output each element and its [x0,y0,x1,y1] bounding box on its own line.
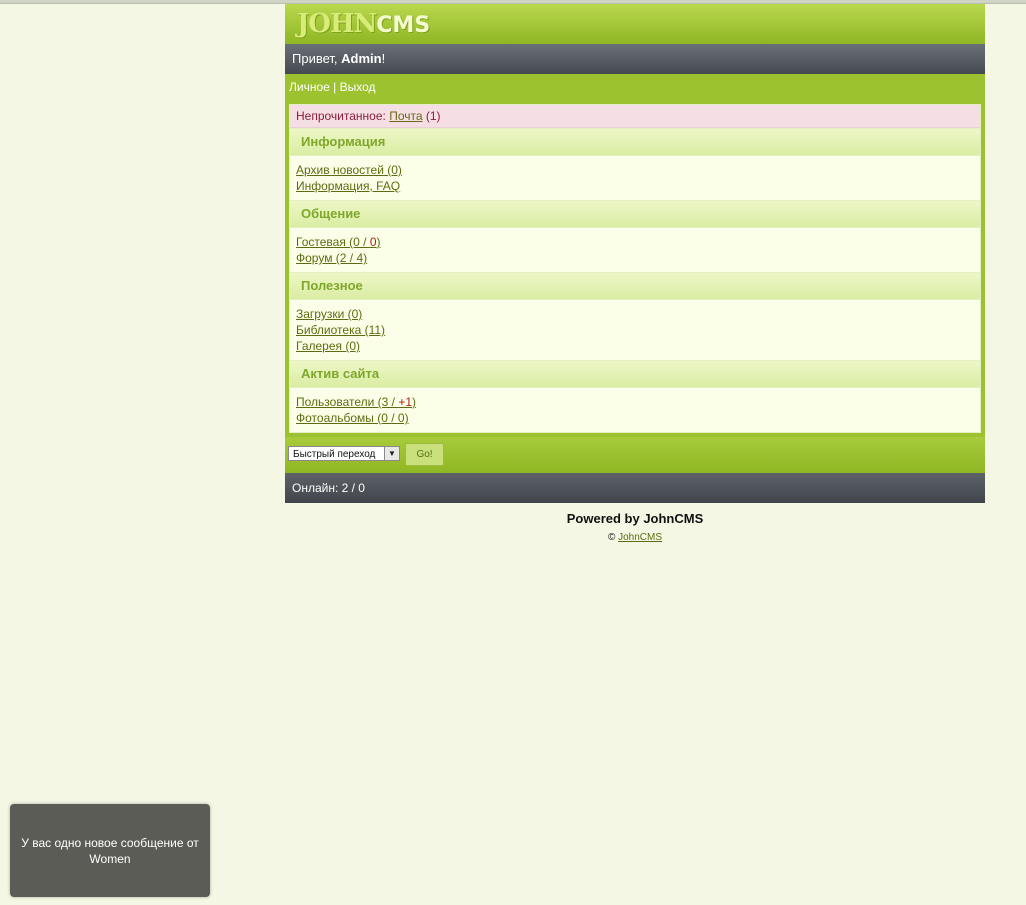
unread-mail-link[interactable]: Почта [389,109,422,123]
go-button[interactable]: Go! [405,443,444,466]
link-info-faq[interactable]: Информация, FAQ [296,178,974,194]
unread-notice: Непрочитанное: Почта (1) [290,105,980,128]
quick-jump-bar: Быстрый переход ▼ Go! [285,437,985,473]
toast-message: У вас одно новое сообщение от Women [21,835,199,866]
users-close: ) [412,395,417,409]
section-title-useful: Полезное [290,272,980,300]
guestbook-close: ) [376,235,381,249]
link-gallery[interactable]: Галерея (0) [296,338,974,354]
online-bar: Онлайн: 2 / 0 [285,473,985,503]
section-title-info: Информация [290,128,980,156]
footer-johncms-link[interactable]: JohnCMS [618,532,662,543]
content-wrap: Непрочитанное: Почта (1) Информация Архи… [285,100,985,437]
link-guestbook[interactable]: Гостевая (0 / 0) [296,234,974,250]
chevron-down-icon[interactable]: ▼ [384,447,399,460]
quick-jump-selected: Быстрый переход [293,449,376,460]
footer-copyright: © JohnCMS [285,532,985,543]
greeting-user: Admin [341,51,382,66]
nav-logout-link[interactable]: Выход [340,80,376,94]
nav-separator: | [329,80,340,94]
greeting-prefix: Привет, [292,51,342,66]
section-body-info: Архив новостей (0) Информация, FAQ [290,156,980,200]
nav-personal-link[interactable]: Личное [289,80,330,94]
link-photo-albums[interactable]: Фотоальбомы (0 / 0) [296,410,974,426]
site-logo[interactable]: JOHNCMS [297,9,430,39]
greeting-suffix: ! [381,51,386,66]
section-body-site-active: Пользователи (3 / +1) Фотоальбомы (0 / 0… [290,388,980,432]
online-count[interactable]: Онлайн: 2 / 0 [292,481,365,495]
guestbook-label: Гостевая (0 / [296,235,370,249]
unread-mail-count: (1) [422,109,441,123]
section-body-communication: Гостевая (0 / 0) Форум (2 / 4) [290,228,980,272]
link-downloads[interactable]: Загрузки (0) [296,306,974,322]
nav-bar: Личное | Выход [285,74,985,100]
link-library[interactable]: Библиотека (11) [296,322,974,338]
main-content: Непрочитанное: Почта (1) Информация Архи… [289,104,981,433]
logo-main-text: JOHN [297,9,377,39]
users-label: Пользователи (3 / [296,395,399,409]
section-title-site-active: Актив сайта [290,360,980,388]
new-message-toast[interactable]: У вас одно новое сообщение от Women [10,804,210,897]
footer-powered: Powered by JohnCMS [566,511,704,526]
link-users[interactable]: Пользователи (3 / +1) [296,394,974,410]
link-forum[interactable]: Форум (2 / 4) [296,250,974,266]
logo-sub-text: CMS [376,13,431,38]
logo-bar: JOHNCMS [285,4,985,44]
users-new-count: +1 [398,395,413,409]
link-news-archive[interactable]: Архив новостей (0) [296,162,974,178]
quick-jump-select[interactable]: Быстрый переход ▼ [288,446,400,461]
copyright-symbol: © [607,532,619,543]
section-body-useful: Загрузки (0) Библиотека (11) Галерея (0) [290,300,980,360]
unread-label: Непрочитанное: [296,109,390,123]
page-container: JOHNCMS Привет, Admin! Личное | Выход Не… [285,4,985,543]
section-title-communication: Общение [290,200,980,228]
greeting-bar: Привет, Admin! [285,44,985,74]
guestbook-new-count: 0 [369,235,377,249]
